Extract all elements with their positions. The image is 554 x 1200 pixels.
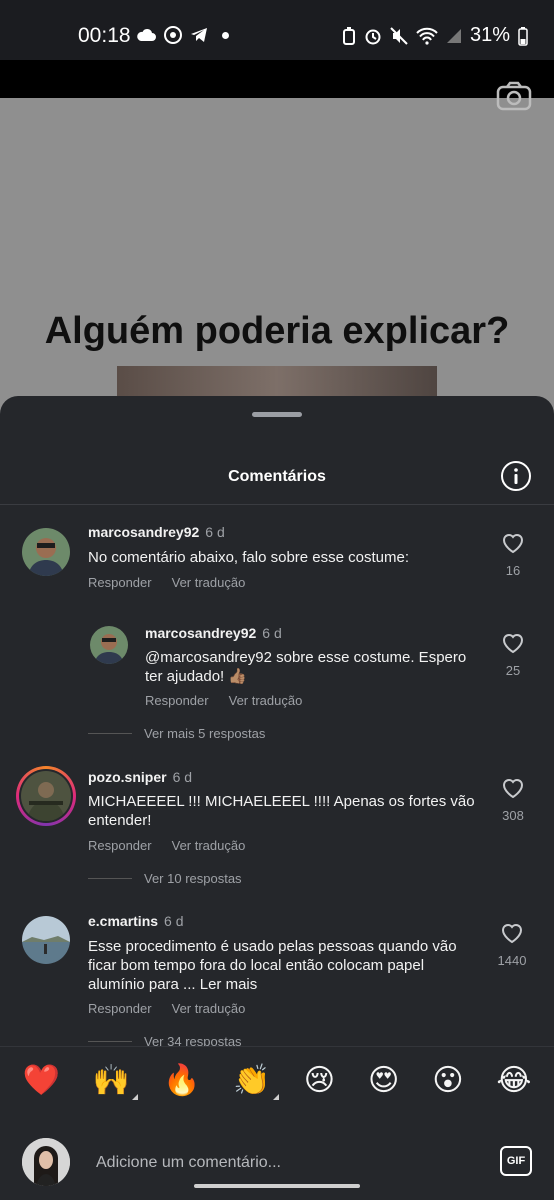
comment-input[interactable]: Adicione um comentário...: [96, 1154, 281, 1172]
translate-button[interactable]: Ver tradução: [172, 1001, 246, 1016]
heart-icon[interactable]: [500, 922, 524, 944]
like-count: 16: [505, 563, 521, 578]
more-line: [88, 878, 132, 879]
skin-tone-indicator: [132, 1094, 139, 1100]
wifi-icon: [416, 27, 438, 45]
battery-icon: [518, 26, 528, 46]
comment-username[interactable]: marcosandrey92: [88, 524, 199, 540]
reply-button[interactable]: Responder: [88, 575, 152, 590]
comment-text: No comentário abaixo, falo sobre esse co…: [88, 549, 409, 566]
reply-button[interactable]: Responder: [88, 838, 152, 853]
reply-button[interactable]: Responder: [145, 693, 209, 708]
more-line: [88, 733, 132, 734]
comment-text: MICHAEEEEL !!! MICHAELEEEL !!!! Apenas o…: [88, 793, 475, 829]
skin-tone-indicator: [272, 1094, 279, 1100]
signal-icon: [446, 28, 461, 43]
comment-text: Esse procedimento é usado pelas pessoas …: [88, 938, 457, 993]
user-avatar: [22, 1138, 70, 1186]
heart-icon[interactable]: [501, 777, 525, 799]
camera-icon[interactable]: [496, 80, 532, 112]
comment-age: 6 d: [172, 769, 193, 785]
status-time: 00:18: [78, 24, 131, 47]
avatar[interactable]: [22, 916, 70, 964]
avatar[interactable]: [22, 528, 70, 576]
avatar[interactable]: [16, 766, 76, 826]
like-count: 308: [502, 808, 524, 823]
heart-icon[interactable]: [501, 532, 525, 554]
emoji-cry[interactable]: 😢: [304, 1063, 335, 1098]
chrome-icon: [164, 26, 182, 44]
emoji-heart[interactable]: ❤️: [22, 1063, 59, 1098]
translate-button[interactable]: Ver tradução: [229, 693, 303, 708]
sheet-title: Comentários: [228, 468, 326, 485]
home-indicator: [194, 1184, 360, 1188]
comment-age: 6 d: [164, 913, 184, 929]
view-more-replies[interactable]: Ver mais 5 respostas: [144, 726, 265, 741]
comments-sheet: Comentários marcosandrey92 6 d No comentá…: [0, 396, 554, 1200]
post-caption: Alguém poderia explicar?: [44, 310, 510, 352]
emoji-heart-eyes[interactable]: 😍: [368, 1063, 399, 1098]
emoji-bar: ❤️ 🙌 🔥 👏 😢 😍 😮 😂: [0, 1046, 554, 1114]
comment-age: 6 d: [262, 625, 282, 641]
emoji-fire[interactable]: 🔥: [163, 1063, 200, 1098]
avatar[interactable]: [90, 626, 128, 664]
emoji-laugh[interactable]: 😂: [496, 1063, 531, 1098]
cloud-icon: [137, 28, 156, 41]
comment-username[interactable]: marcosandrey92: [145, 625, 256, 641]
emoji-glyph: 🙌: [92, 1064, 131, 1097]
emoji-raised-hands[interactable]: 🙌: [92, 1063, 139, 1100]
comment-age: 6 d: [205, 524, 225, 540]
telegram-icon: [191, 28, 207, 42]
info-icon[interactable]: [500, 460, 532, 492]
reply-button[interactable]: Responder: [88, 1001, 152, 1016]
emoji-clap[interactable]: 👏: [233, 1063, 279, 1100]
battery-percent: 31%: [469, 24, 510, 46]
comment-text: @marcosandrey92 sobre esse costume. Espe…: [145, 649, 467, 685]
more-line: [88, 1041, 132, 1042]
divider: [0, 504, 554, 505]
like-count: 25: [505, 663, 521, 678]
battery-saver-icon: [342, 26, 355, 45]
drag-handle[interactable]: [252, 412, 302, 417]
post-header: [0, 60, 554, 98]
heart-icon[interactable]: [501, 632, 525, 654]
alarm-icon: [365, 29, 381, 44]
comment-input-row: Adicione um comentário... GIF: [0, 1114, 554, 1200]
comment-username[interactable]: pozo.sniper: [88, 769, 167, 785]
translate-button[interactable]: Ver tradução: [172, 575, 246, 590]
mute-icon: [390, 26, 408, 45]
like-count: 1440: [497, 953, 527, 968]
dot-icon: [222, 31, 229, 39]
gif-button[interactable]: GIF: [500, 1146, 532, 1176]
translate-button[interactable]: Ver tradução: [172, 838, 246, 853]
emoji-surprised[interactable]: 😮: [432, 1063, 463, 1098]
comment-username[interactable]: e.cmartins: [88, 913, 158, 929]
emoji-glyph: 👏: [233, 1064, 271, 1097]
view-more-replies[interactable]: Ver 10 respostas: [144, 871, 242, 886]
status-bar: 00:18 31%: [0, 0, 554, 60]
